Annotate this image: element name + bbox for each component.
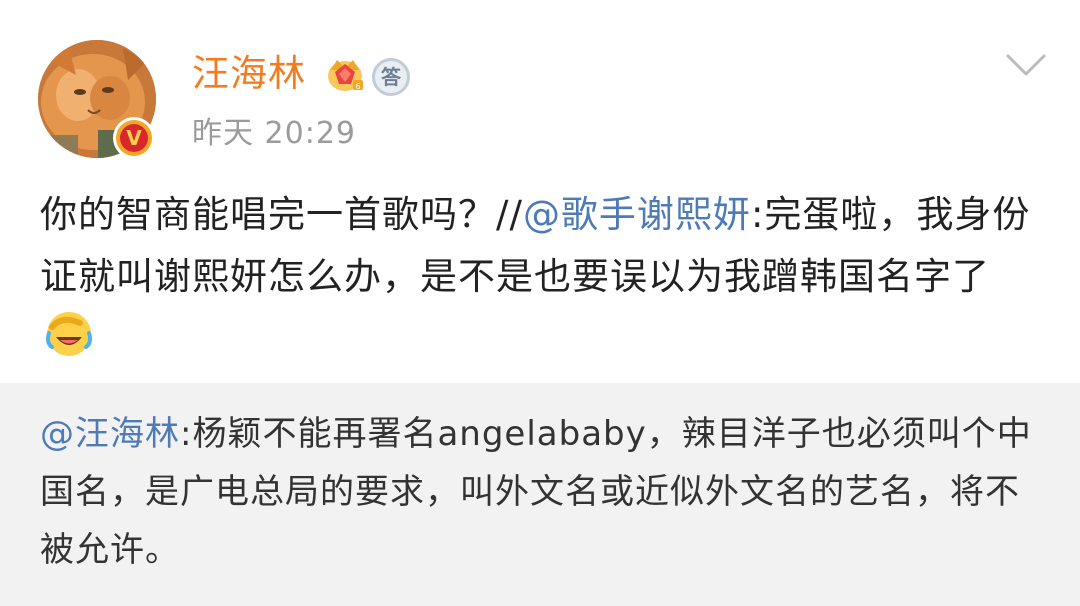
crown-vip-icon[interactable]: 6	[325, 54, 365, 94]
author-name[interactable]: 汪海林	[192, 50, 306, 98]
post-timestamp: 昨天 20:29	[192, 116, 356, 151]
post-body: 你的智商能唱完一首歌吗？//@歌手谢熙妍:完蛋啦，我身份证就叫谢熙妍怎么办，是不…	[40, 184, 1040, 370]
quoted-post-body: @汪海林:杨颖不能再署名angelababy，辣目洋子也必须叫个中国名，是广电总…	[40, 405, 1040, 579]
laughing-crying-emoji-icon	[46, 312, 92, 356]
weibo-post: V 汪海林 6 答 昨天 20:29 你的智商能唱完一首歌吗？//@歌手谢熙妍:…	[0, 0, 1080, 606]
svg-text:6: 6	[355, 82, 360, 91]
post-text-part1: 你的智商能唱完一首歌吗？//	[40, 193, 523, 236]
quote-mention-link[interactable]: @汪海林	[40, 414, 180, 454]
chevron-down-icon[interactable]	[1004, 50, 1048, 80]
mention-link[interactable]: @歌手谢熙妍	[523, 193, 751, 236]
quoted-post[interactable]: @汪海林:杨颖不能再署名angelababy，辣目洋子也必须叫个中国名，是广电总…	[0, 383, 1080, 606]
answer-badge-icon[interactable]: 答	[372, 58, 410, 96]
quoted-post-text: :杨颖不能再署名angelababy，辣目洋子也必须叫个中国名，是广电总局的要求…	[40, 414, 1032, 570]
verified-badge-icon: V	[113, 117, 155, 159]
